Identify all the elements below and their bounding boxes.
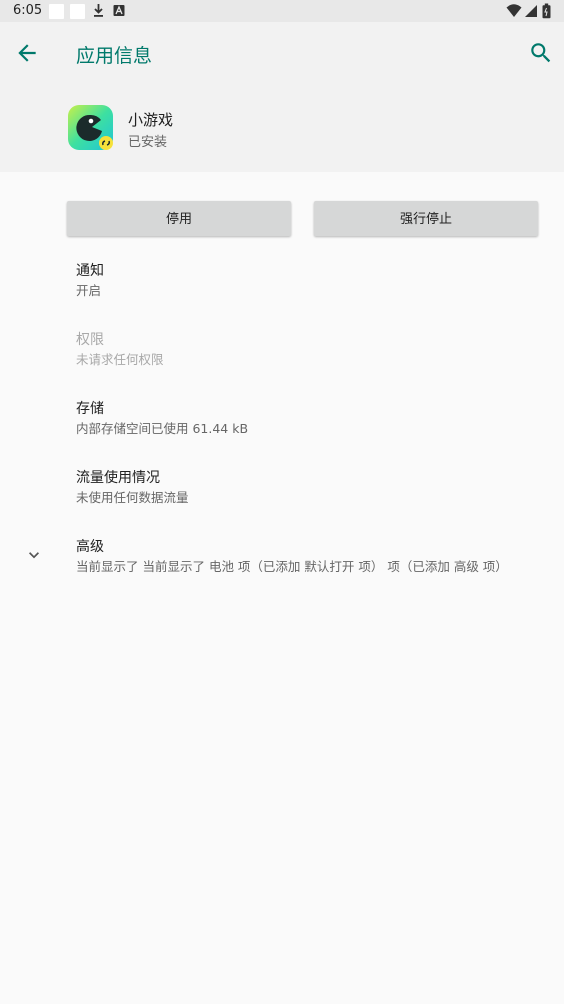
notification-square-icon bbox=[49, 4, 64, 19]
app-bar: 应用信息 bbox=[0, 22, 564, 84]
pref-summary: 内部存储空间已使用 61.44 kB bbox=[76, 421, 249, 436]
status-bar: 6:05 bbox=[0, 0, 564, 22]
pref-title: 通知 bbox=[76, 263, 104, 279]
search-icon[interactable] bbox=[528, 40, 554, 66]
app-name: 小游戏 bbox=[128, 111, 174, 129]
pref-summary: 未使用任何数据流量 bbox=[76, 490, 189, 505]
back-arrow-icon[interactable] bbox=[14, 40, 40, 66]
pref-storage[interactable]: 存储 内部存储空间已使用 61.44 kB bbox=[76, 400, 248, 438]
status-time: 6:05 bbox=[13, 3, 43, 18]
pref-summary: 当前显示了 当前显示了 电池 项（已添加 默认打开 项） 项（已添加 高级 项） bbox=[76, 559, 508, 574]
pref-title: 流量使用情况 bbox=[76, 470, 160, 486]
pref-data-usage[interactable]: 流量使用情况 未使用任何数据流量 bbox=[76, 469, 189, 507]
pref-advanced[interactable]: 高级 当前显示了 当前显示了 电池 项（已添加 默认打开 项） 项（已添加 高级… bbox=[76, 538, 508, 576]
pref-title: 权限 bbox=[76, 332, 104, 348]
chevron-down-icon[interactable] bbox=[24, 545, 44, 565]
pref-summary: 开启 bbox=[76, 283, 102, 298]
signal-icon bbox=[525, 5, 537, 17]
app-install-status: 已安装 bbox=[128, 135, 168, 150]
battery-icon bbox=[542, 3, 551, 19]
pref-title: 存储 bbox=[76, 401, 104, 417]
notification-square-icon bbox=[70, 4, 85, 19]
pref-summary: 未请求任何权限 bbox=[76, 352, 164, 367]
pref-notifications[interactable]: 通知 开启 bbox=[76, 262, 104, 300]
pref-permissions: 权限 未请求任何权限 bbox=[76, 331, 164, 369]
app-header: 小游戏 已安装 bbox=[0, 84, 564, 172]
app-a-icon bbox=[113, 5, 125, 16]
force-stop-button[interactable]: 强行停止 bbox=[314, 201, 538, 236]
page-title: 应用信息 bbox=[76, 45, 153, 67]
mini-game-app-icon bbox=[68, 105, 113, 150]
wifi-icon bbox=[506, 4, 522, 17]
pref-title: 高级 bbox=[76, 539, 104, 555]
download-icon bbox=[94, 4, 103, 17]
disable-button[interactable]: 停用 bbox=[67, 201, 291, 236]
